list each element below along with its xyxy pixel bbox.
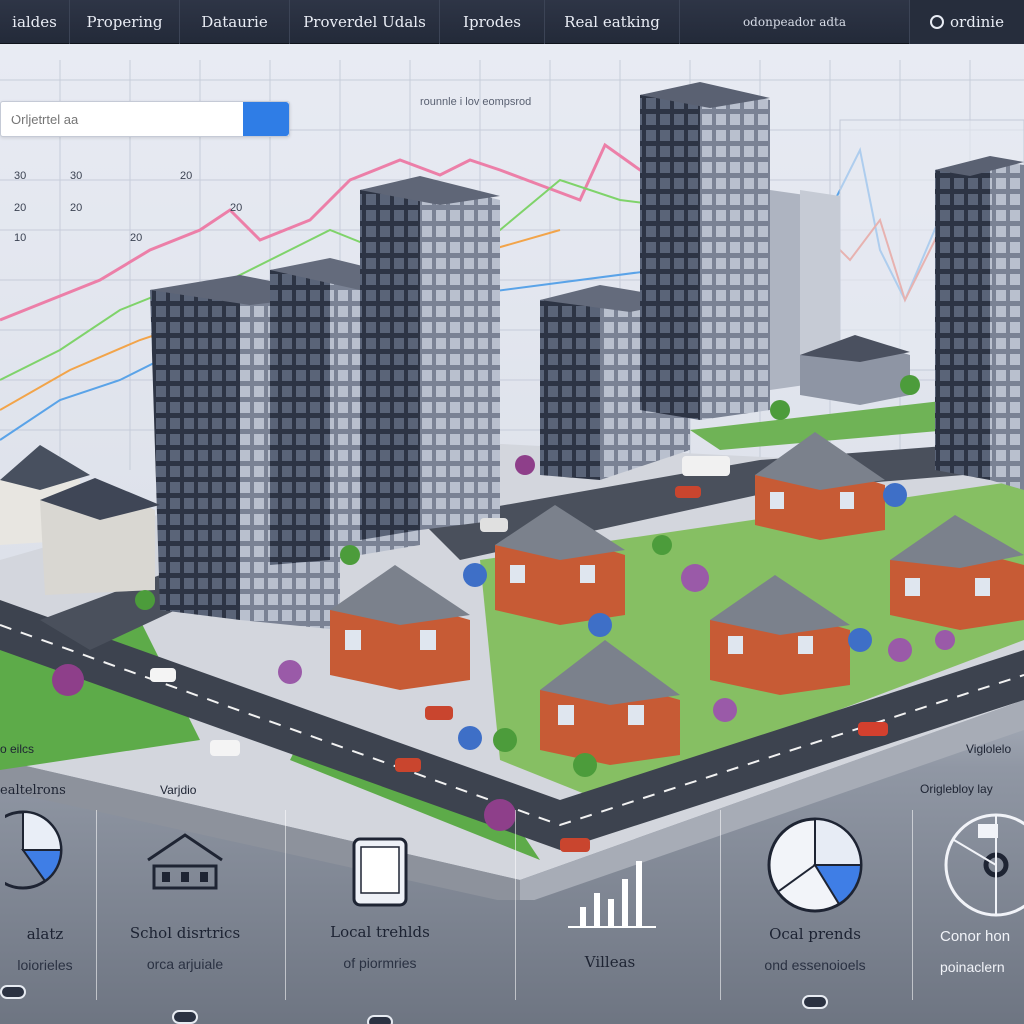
divider bbox=[285, 810, 286, 1000]
toggle[interactable] bbox=[0, 985, 26, 999]
divider bbox=[720, 810, 721, 1000]
feature-title: Ocal prends bbox=[769, 925, 861, 943]
feature-title: Villeas bbox=[584, 953, 636, 971]
feature-card-5[interactable]: Ocal prends ond essenoioels bbox=[745, 815, 885, 1015]
feature-subtitle: ond essenoioels bbox=[764, 957, 866, 973]
feature-title: alatz bbox=[26, 925, 64, 943]
feature-card-1[interactable]: alatz loiorieles bbox=[0, 805, 90, 1005]
divider bbox=[515, 810, 516, 1000]
nav-item-1[interactable]: ialdes bbox=[0, 0, 70, 44]
house-5 bbox=[755, 432, 885, 540]
toggle[interactable] bbox=[802, 995, 828, 1009]
feature-subtitle: loiorieles bbox=[17, 957, 73, 973]
feature-card-4[interactable]: Villeas bbox=[545, 855, 675, 1024]
top-navigation: ialdes Propering Dataurie Proverdel Udal… bbox=[0, 0, 1024, 44]
caption-top-left: o eilcs bbox=[0, 742, 35, 756]
toggle[interactable] bbox=[172, 1010, 198, 1024]
radio-icon bbox=[930, 14, 945, 29]
nav-item-5[interactable]: Iprodes bbox=[440, 0, 545, 44]
feature-heading: Varjdio bbox=[160, 783, 197, 797]
tablet-icon bbox=[352, 837, 408, 907]
bar-chart-icon bbox=[568, 861, 656, 928]
nav-item-2[interactable]: Propering bbox=[70, 0, 180, 44]
feature-title: Local trehlds bbox=[330, 923, 430, 941]
feature-card-3[interactable]: Local trehlds of piormries bbox=[310, 835, 450, 1024]
feature-subtitle: of piormries bbox=[343, 955, 417, 971]
feature-subtitle: orca arjuiale bbox=[146, 956, 224, 972]
city-illustration bbox=[0, 82, 1024, 900]
caption-top-right: Viglolelo bbox=[966, 742, 1012, 756]
feature-subtitle: poinaclern bbox=[940, 959, 1005, 975]
tower-center bbox=[360, 176, 500, 540]
feature-title: Schol disrtrics bbox=[129, 924, 241, 942]
divider bbox=[96, 810, 97, 1000]
toggle[interactable] bbox=[367, 1015, 393, 1024]
pie-chart-icon bbox=[767, 817, 863, 913]
tower-tall bbox=[640, 82, 770, 420]
nav-item-online-label: ordinie bbox=[950, 12, 1004, 31]
nav-item-6[interactable]: Real eatking bbox=[545, 0, 680, 44]
house-icon bbox=[147, 833, 223, 890]
feature-title: Conor hon bbox=[940, 928, 1011, 945]
tower-right bbox=[935, 156, 1024, 490]
nav-item-online[interactable]: ordinie bbox=[910, 0, 1024, 44]
disc-chart-icon bbox=[944, 813, 1024, 917]
divider bbox=[912, 810, 913, 1000]
caption-left: ealtelrons bbox=[0, 783, 66, 798]
nav-item-4[interactable]: Proverdel Udals bbox=[290, 0, 440, 44]
pie-chart-icon bbox=[5, 810, 63, 890]
feature-card-6[interactable]: Conor hon poinaclern bbox=[940, 810, 1024, 1010]
nav-item-7[interactable]: odonpeador adta bbox=[680, 0, 910, 44]
nav-item-3[interactable]: Dataurie bbox=[180, 0, 290, 44]
caption-right-sub: Origlebloy lay bbox=[920, 782, 993, 796]
feature-card-2[interactable]: Schol disrtrics orca arjuiale bbox=[120, 830, 250, 1024]
